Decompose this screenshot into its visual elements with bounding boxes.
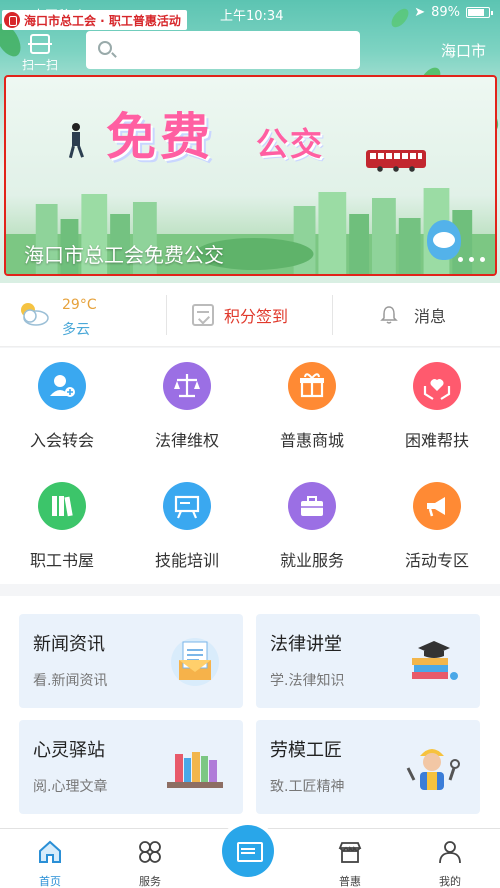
grid-item-hardship-aid[interactable]: 困难帮扶 (382, 362, 492, 451)
search-icon (98, 41, 112, 55)
bus-icon (366, 150, 426, 172)
member-card-button[interactable] (222, 825, 274, 877)
tab-home[interactable]: 首页 (15, 829, 85, 888)
carousel-indicator[interactable] (458, 257, 485, 262)
messages-button[interactable]: 消息 (380, 283, 446, 347)
worker-icon (406, 749, 460, 790)
home-icon (39, 840, 61, 863)
card-desc: 学.法律知识 (270, 673, 345, 689)
card-law-lecture[interactable]: 法律讲堂 学.法律知识 (256, 614, 480, 708)
grid-item-activities[interactable]: 活动专区 (382, 482, 492, 571)
info-row: 29°C 多云 积分签到 消息 (0, 283, 500, 347)
scan-button[interactable]: 扫一扫 (18, 34, 62, 74)
brand-title: 海口市总工会 · 职工普惠活动 (24, 13, 181, 28)
bell-icon (380, 306, 398, 324)
union-logo-icon (4, 12, 20, 28)
grid-services-icon (139, 841, 161, 863)
bookshelf-icon (167, 752, 223, 788)
card-title: 法律讲堂 (270, 630, 344, 658)
messages-label: 消息 (414, 307, 447, 326)
grid-item-mall[interactable]: 普惠商城 (257, 362, 367, 451)
battery-percent: 89% (431, 5, 460, 20)
graduation-books-icon (412, 641, 458, 680)
grid-item-membership[interactable]: 入会转会 (7, 362, 117, 451)
grid-item-reading-room[interactable]: 职工书屋 (7, 482, 117, 571)
tab-label: 普惠 (339, 875, 361, 888)
tab-benefits[interactable]: 普惠 (315, 829, 385, 888)
divider (166, 295, 167, 335)
scan-label: 扫一扫 (21, 58, 58, 72)
card-model-workers[interactable]: 劳模工匠 致.工匠精神 (256, 720, 480, 814)
shop-icon (338, 842, 362, 863)
tab-mine[interactable]: 我的 (415, 829, 485, 888)
banner-caption: 海口市总工会免费公交 (24, 243, 224, 267)
grid-item-label: 技能培训 (154, 551, 219, 570)
card-title: 劳模工匠 (270, 736, 344, 764)
news-envelope-icon (171, 638, 219, 686)
weather-condition: 多云 (62, 322, 90, 338)
calendar-check-icon (192, 304, 214, 326)
partly-cloudy-icon (21, 303, 49, 326)
card-desc: 看.新闻资讯 (33, 673, 108, 689)
grid-item-label: 法律维权 (154, 431, 219, 450)
card-desc: 阅.心理文章 (33, 779, 108, 795)
board-icon (163, 482, 211, 530)
grid-item-employment[interactable]: 就业服务 (257, 482, 367, 571)
card-title: 新闻资讯 (33, 630, 107, 658)
bottom-tab-bar: 首页 服务 普惠 我的 (0, 825, 500, 888)
mascot-icon (427, 220, 461, 260)
header-area: 中国移动 上午10:34 ➤ 89% 海口市总工会 · 职工普惠活动 扫一扫 海… (0, 0, 500, 283)
card-desc: 致.工匠精神 (270, 779, 345, 795)
briefcase-icon (288, 482, 336, 530)
tab-services[interactable]: 服务 (115, 829, 185, 888)
grid-item-skills-training[interactable]: 技能培训 (132, 482, 242, 571)
location-icon: ➤ (414, 5, 426, 20)
feature-cards: 新闻资讯 看.新闻资讯 法律讲堂 学.法律知识 心灵驿站 阅.心理文章 劳模工匠… (0, 596, 500, 828)
brand-strip: 海口市总工会 · 职工普惠活动 (2, 10, 187, 30)
grid-item-label: 职工书屋 (29, 551, 94, 570)
user-icon (439, 841, 461, 864)
grid-item-label: 入会转会 (29, 431, 94, 450)
grid-item-label: 困难帮扶 (404, 431, 469, 450)
tab-label: 服务 (139, 875, 161, 888)
grid-item-label: 活动专区 (404, 551, 469, 570)
card-title: 心灵驿站 (33, 736, 107, 764)
tab-label: 首页 (39, 875, 61, 888)
tab-label: 我的 (439, 875, 461, 888)
divider (332, 295, 333, 335)
grid-item-legal-rights[interactable]: 法律维权 (132, 362, 242, 451)
grid-item-label: 普惠商城 (279, 431, 344, 450)
scale-icon (163, 362, 211, 410)
card-news[interactable]: 新闻资讯 看.新闻资讯 (19, 614, 243, 708)
search-input[interactable] (122, 39, 342, 61)
promo-banner[interactable]: 免费 公交 海口市总工会免费公交 (4, 75, 497, 276)
card-mind-station[interactable]: 心灵驿站 阅.心理文章 (19, 720, 243, 814)
signin-label: 积分签到 (224, 307, 289, 326)
banner-subheadline: 公交 (256, 125, 325, 163)
battery-icon (466, 7, 493, 18)
gift-icon (288, 362, 336, 410)
temperature: 29°C (62, 297, 97, 313)
grid-item-label: 就业服务 (279, 551, 344, 570)
scan-icon (28, 34, 52, 54)
megaphone-icon (413, 482, 461, 530)
points-signin-button[interactable]: 积分签到 (192, 283, 288, 347)
weather-widget[interactable]: 29°C 多云 (16, 291, 156, 339)
heart-hands-icon (413, 362, 461, 410)
user-add-icon (38, 362, 86, 410)
service-grid: 入会转会 法律维权 普惠商城 困难帮扶 职工书屋 技能培训 就业服务 活动专区 (0, 348, 500, 584)
running-man-icon (68, 123, 84, 159)
books-icon (38, 482, 86, 530)
banner-headline: 免费 (106, 108, 214, 166)
city-selector[interactable]: 海口市 (441, 40, 486, 61)
clock: 上午10:34 (220, 9, 284, 24)
search-bar[interactable] (86, 31, 360, 69)
